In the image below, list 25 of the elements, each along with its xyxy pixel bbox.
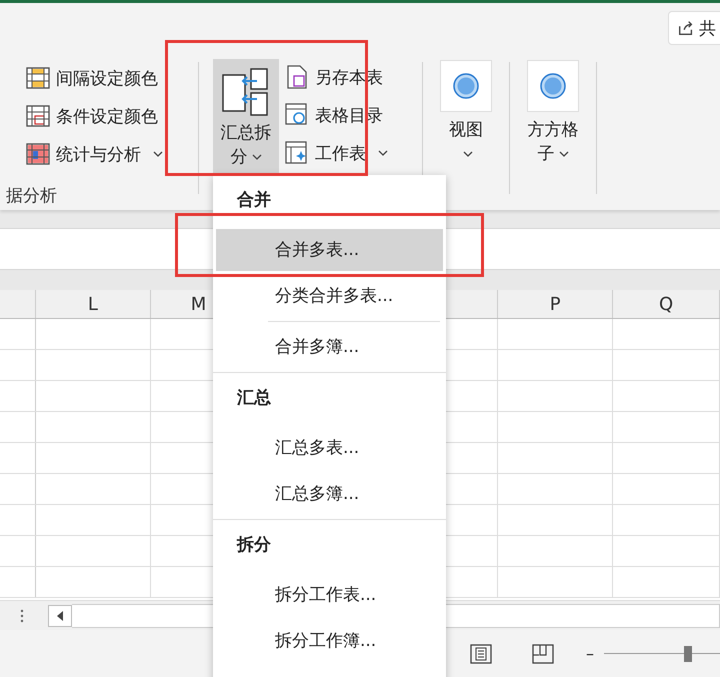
menu-item[interactable]: 拆分工作表... [216,574,443,616]
ribbon-button[interactable]: 间隔设定颜色 [26,59,198,97]
menu-item[interactable]: 分类合并多表... [216,275,443,317]
menu-section-title: 合并 [236,189,272,212]
menu-item[interactable]: 汇总多表... [216,427,443,469]
ribbon-button[interactable]: 表格目录 [285,96,388,134]
menu-section-title: 拆分 [236,534,272,557]
share-button[interactable]: 共 [668,11,720,45]
column-header[interactable]: Q [658,294,674,314]
menu-item[interactable]: 汇总多簿... [216,473,443,515]
ribbon-button[interactable]: 条件设定颜色 [26,97,198,135]
column-header[interactable]: M [190,294,206,314]
menu-item[interactable]: 合并多表... [216,229,443,271]
column-header[interactable]: L [88,294,98,314]
zoom-out-button[interactable]: – [586,644,594,663]
ribbon-button[interactable]: 另存本表 [285,58,388,96]
ribbon-button[interactable]: 统计与分析 [26,135,198,173]
column-header[interactable]: P [550,294,561,314]
menu-item[interactable]: 合并多簿... [216,326,443,368]
ribbon-button[interactable]: 工作表 [285,134,388,172]
group-label: 据分析 [6,185,57,207]
menu-section-title: 汇总 [236,387,272,410]
ribbon-button[interactable]: 方方格子 [522,60,584,204]
merge-split-button[interactable]: 汇总拆分 [213,59,279,175]
menu-item[interactable]: 拆分工作簿... [216,620,443,662]
